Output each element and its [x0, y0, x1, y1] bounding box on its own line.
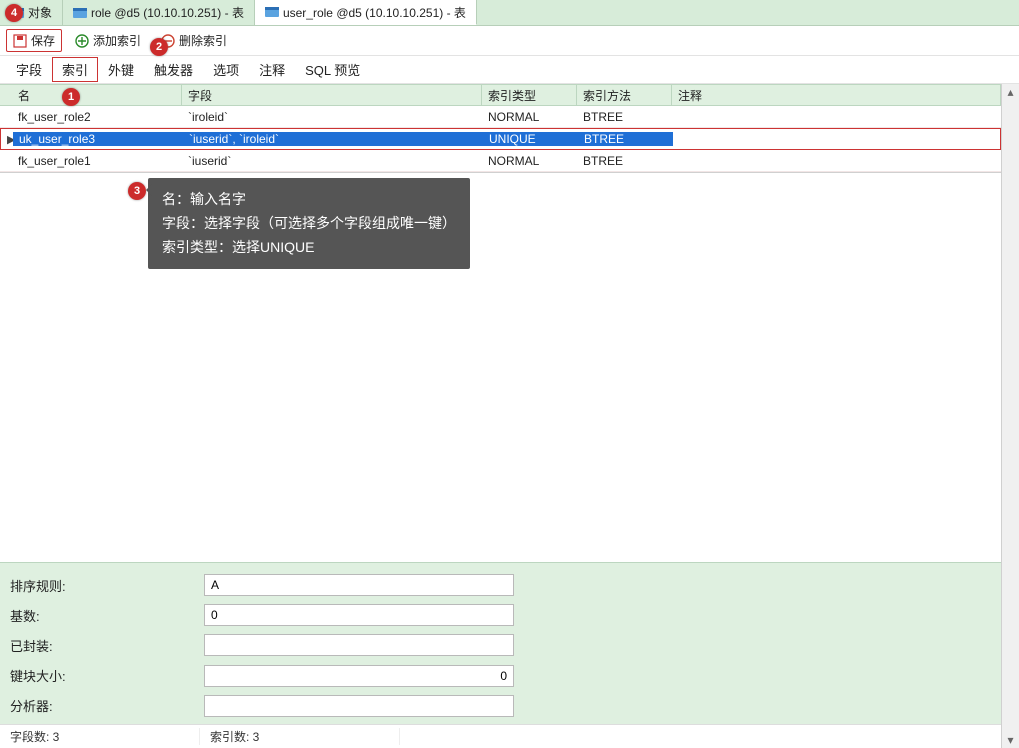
index-grid: 名 字段 索引类型 索引方法 注释 fk_user_role2 `iroleid…	[0, 84, 1001, 173]
tab-label: role @d5 (10.10.10.251) - 表	[91, 4, 244, 21]
grid-empty-area: 名：输入名字 字段：选择字段（可选择多个字段组成唯一键） 索引类型：选择UNIQ…	[0, 173, 1001, 562]
subtab-fk[interactable]: 外键	[98, 57, 144, 82]
save-button[interactable]: 保存	[6, 29, 62, 52]
row-marker-current: ▶	[1, 133, 13, 146]
grid-row[interactable]: ▶ uk_user_role3 `iuserid`, `iroleid` UNI…	[0, 128, 1001, 150]
plus-circle-icon	[75, 34, 89, 48]
tab-user-role[interactable]: user_role @d5 (10.10.10.251) - 表	[255, 0, 477, 25]
tab-label: 对象	[28, 4, 52, 21]
annotation-4: 4	[5, 4, 23, 22]
save-icon	[13, 34, 27, 48]
col-method[interactable]: 索引方法	[577, 85, 672, 105]
index-properties-panel: 排序规则: 基数: 已封装: 键块大小: 分析器:	[0, 562, 1001, 724]
tooltip-instructions: 名：输入名字 字段：选择字段（可选择多个字段组成唯一键） 索引类型：选择UNIQ…	[148, 178, 470, 269]
cell-type[interactable]: NORMAL	[482, 110, 577, 124]
prop-label-blocksize: 键块大小:	[10, 666, 200, 685]
cell-fields[interactable]: `iroleid`	[182, 110, 482, 124]
prop-label-cardinality: 基数:	[10, 606, 200, 625]
tab-label: user_role @d5 (10.10.10.251) - 表	[283, 4, 466, 21]
tab-strip: 对象 role @d5 (10.10.10.251) - 表 user_role…	[0, 0, 1019, 26]
subtab-options[interactable]: 选项	[203, 57, 249, 82]
vertical-scrollbar[interactable]: ▴ ▾	[1001, 84, 1019, 748]
cell-type[interactable]: UNIQUE	[483, 132, 578, 146]
prop-label-collation: 排序规则:	[10, 576, 200, 595]
subtab-sql[interactable]: SQL 预览	[295, 57, 370, 82]
tooltip-line: 字段：选择字段（可选择多个字段组成唯一键）	[162, 212, 456, 236]
cell-fields[interactable]: `iuserid`	[182, 154, 482, 168]
annotation-3: 3	[128, 182, 146, 200]
cell-method[interactable]: BTREE	[577, 110, 672, 124]
tab-role[interactable]: role @d5 (10.10.10.251) - 表	[63, 0, 255, 25]
annotation-2: 2	[150, 38, 168, 56]
subtab-fields[interactable]: 字段	[6, 57, 52, 82]
cell-type[interactable]: NORMAL	[482, 154, 577, 168]
cell-method[interactable]: BTREE	[577, 154, 672, 168]
cell-name[interactable]: fk_user_role1	[12, 154, 182, 168]
save-label: 保存	[31, 32, 55, 49]
cell-fields[interactable]: `iuserid`, `iroleid`	[183, 132, 483, 146]
scroll-up-icon[interactable]: ▴	[1002, 84, 1019, 100]
prop-label-parser: 分析器:	[10, 696, 200, 715]
col-name[interactable]: 名	[12, 85, 182, 105]
delete-index-label: 删除索引	[179, 32, 227, 49]
subtab-strip: 字段 索引 外键 触发器 选项 注释 SQL 预览	[0, 56, 1019, 84]
col-type[interactable]: 索引类型	[482, 85, 577, 105]
prop-input-packed[interactable]	[204, 634, 514, 656]
prop-input-cardinality[interactable]	[204, 604, 514, 626]
grid-row[interactable]: fk_user_role1 `iuserid` NORMAL BTREE	[0, 150, 1001, 172]
col-fields[interactable]: 字段	[182, 85, 482, 105]
cell-name[interactable]: uk_user_role3	[13, 132, 183, 146]
add-index-label: 添加索引	[93, 32, 141, 49]
grid-header: 名 字段 索引类型 索引方法 注释	[0, 84, 1001, 106]
status-bar: 字段数: 3 索引数: 3	[0, 724, 1001, 748]
scroll-down-icon[interactable]: ▾	[1002, 732, 1019, 748]
prop-input-blocksize[interactable]	[204, 665, 514, 687]
subtab-comment[interactable]: 注释	[249, 57, 295, 82]
col-comment[interactable]: 注释	[672, 85, 1001, 105]
cell-method[interactable]: BTREE	[578, 132, 673, 146]
prop-input-collation[interactable]	[204, 574, 514, 596]
prop-input-parser[interactable]	[204, 695, 514, 717]
table-icon	[73, 8, 87, 18]
subtab-triggers[interactable]: 触发器	[144, 57, 203, 82]
cell-name[interactable]: fk_user_role2	[12, 110, 182, 124]
status-field-count: 字段数: 3	[0, 728, 200, 745]
table-icon	[265, 7, 279, 17]
add-index-button[interactable]: 添加索引	[68, 29, 148, 52]
prop-label-packed: 已封装:	[10, 636, 200, 655]
tooltip-line: 名：输入名字	[162, 188, 456, 212]
status-index-count: 索引数: 3	[200, 728, 400, 745]
grid-row[interactable]: fk_user_role2 `iroleid` NORMAL BTREE	[0, 106, 1001, 128]
subtab-indexes[interactable]: 索引	[52, 57, 98, 82]
tooltip-line: 索引类型：选择UNIQUE	[162, 236, 456, 260]
annotation-1: 1	[62, 88, 80, 106]
